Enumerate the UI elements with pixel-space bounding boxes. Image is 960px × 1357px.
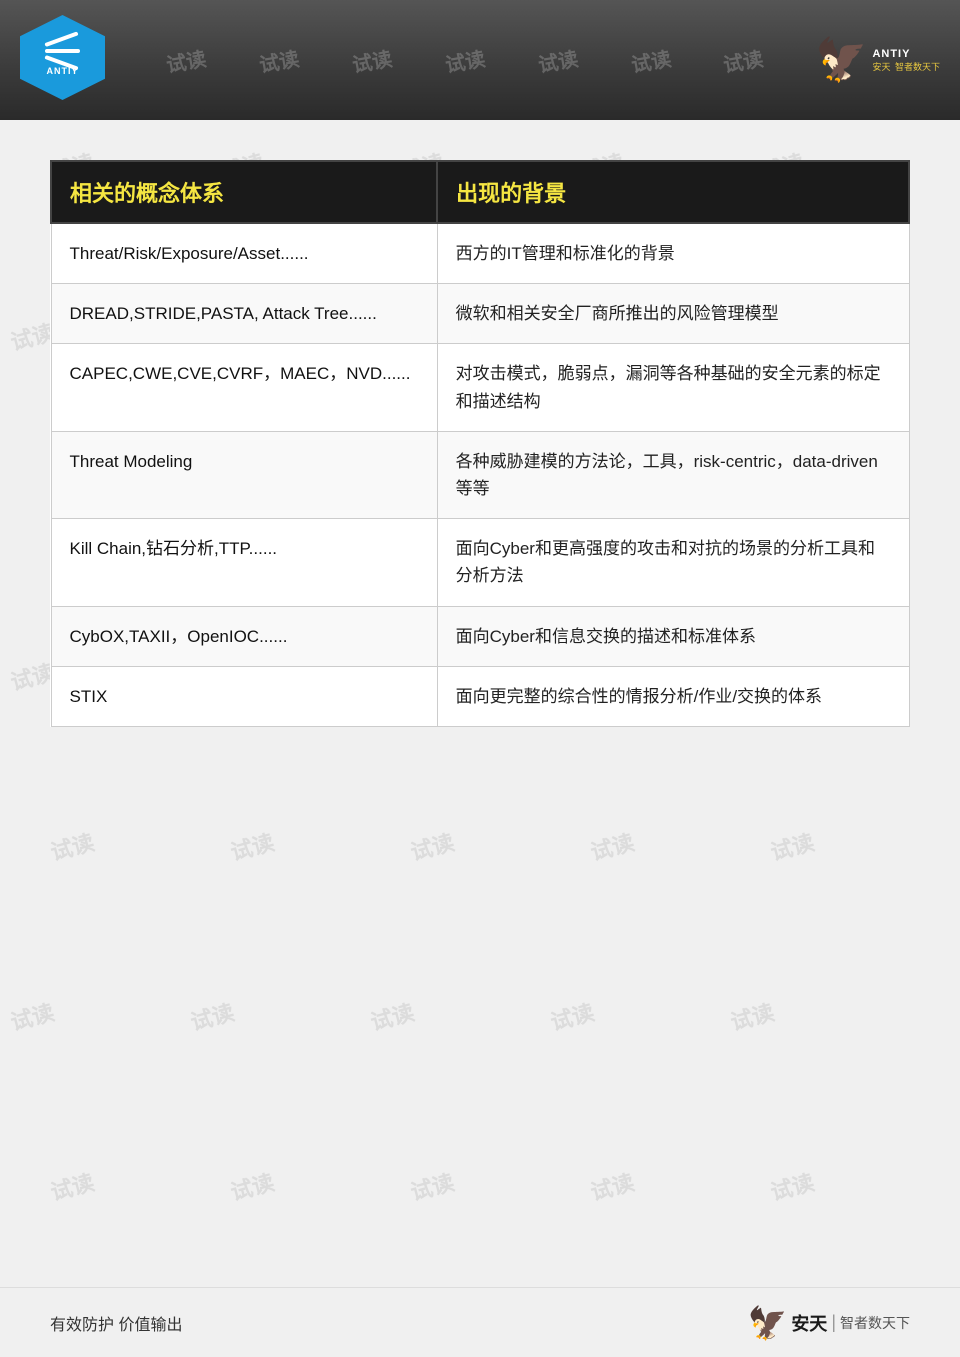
header-wm-6: 试读	[628, 42, 672, 78]
cell-col1-1: DREAD,STRIDE,PASTA, Attack Tree......	[51, 284, 437, 344]
concepts-table: 相关的概念体系 出现的背景 Threat/Risk/Exposure/Asset…	[50, 160, 910, 727]
watermark-20: 试读	[47, 825, 98, 867]
footer: 有效防护 价值输出 🦅 安天 | 智者数天下	[0, 1287, 960, 1357]
cell-col1-6: STIX	[51, 666, 437, 726]
cell-col1-0: Threat/Risk/Exposure/Asset......	[51, 223, 437, 284]
cell-col2-0: 西方的IT管理和标准化的背景	[437, 223, 909, 284]
table-row: DREAD,STRIDE,PASTA, Attack Tree......微软和…	[51, 284, 909, 344]
cell-col2-6: 面向更完整的综合性的情报分析/作业/交换的体系	[437, 666, 909, 726]
col2-header: 出现的背景	[437, 161, 909, 223]
brand-slogan: 智者数天下	[895, 62, 940, 72]
footer-bird-icon: 🦅	[747, 1304, 787, 1342]
logo-line-1	[44, 31, 78, 47]
header-watermarks: 试读 试读 试读 试读 试读 试读 试读	[110, 46, 820, 75]
brand-antiy-text: ANTIY	[872, 48, 910, 60]
footer-separator: |	[831, 1312, 836, 1333]
header-wm-7: 试读	[721, 42, 765, 78]
cell-col2-4: 面向Cyber和更高强度的攻击和对抗的场景的分析工具和分析方法	[437, 519, 909, 606]
header-wm-1: 试读	[164, 42, 208, 78]
header-wm-3: 试读	[350, 42, 394, 78]
footer-cn-name: 安天	[791, 1314, 827, 1334]
cell-col1-4: Kill Chain,钻石分析,TTP......	[51, 519, 437, 606]
main-content: 相关的概念体系 出现的背景 Threat/Risk/Exposure/Asset…	[0, 120, 960, 747]
footer-brand: 🦅 安天 | 智者数天下	[747, 1304, 910, 1342]
brand-bird-icon: 🦅	[815, 39, 867, 81]
logo-hexagon: ANTIY	[20, 15, 105, 100]
brand-cn-name: 安天	[872, 62, 890, 72]
logo-inner: ANTIY	[45, 40, 80, 76]
cell-col1-2: CAPEC,CWE,CVE,CVRF，MAEC，NVD......	[51, 344, 437, 431]
col1-header: 相关的概念体系	[51, 161, 437, 223]
watermark-23: 试读	[587, 825, 638, 867]
logo-lines	[45, 40, 80, 62]
watermark-30: 试读	[47, 1165, 98, 1207]
watermark-24: 试读	[767, 825, 818, 867]
cell-col2-2: 对攻击模式，脆弱点，漏洞等各种基础的安全元素的标定和描述结构	[437, 344, 909, 431]
cell-col2-3: 各种威胁建模的方法论，工具，risk-centric，data-driven等等	[437, 431, 909, 518]
cell-col1-3: Threat Modeling	[51, 431, 437, 518]
header-brand: 🦅 ANTIY 安天 智者数天下	[820, 25, 940, 95]
header-wm-4: 试读	[443, 42, 487, 78]
brand-sub-text: 安天 智者数天下	[872, 60, 940, 73]
table-row: Threat/Risk/Exposure/Asset......西方的IT管理和…	[51, 223, 909, 284]
header: ANTIY 试读 试读 试读 试读 试读 试读 试读 🦅 ANTIY 安天 智者…	[0, 0, 960, 120]
table-row: CybOX,TAXII，OpenIOC......面向Cyber和信息交换的描述…	[51, 606, 909, 666]
cell-col2-1: 微软和相关安全厂商所推出的风险管理模型	[437, 284, 909, 344]
watermark-27: 试读	[367, 995, 418, 1037]
footer-tagline: 有效防护 价值输出	[50, 1311, 182, 1335]
watermark-25: 试读	[7, 995, 58, 1037]
header-wm-5: 试读	[536, 42, 580, 78]
watermark-21: 试读	[227, 825, 278, 867]
table-row: Kill Chain,钻石分析,TTP......面向Cyber和更高强度的攻击…	[51, 519, 909, 606]
watermark-29: 试读	[727, 995, 778, 1037]
logo-line-2	[45, 49, 80, 53]
brand-text-block: ANTIY 安天 智者数天下	[872, 48, 940, 73]
cell-col2-5: 面向Cyber和信息交换的描述和标准体系	[437, 606, 909, 666]
footer-brand-sub: 智者数天下	[840, 1313, 910, 1333]
watermark-28: 试读	[547, 995, 598, 1037]
table-row: STIX面向更完整的综合性的情报分析/作业/交换的体系	[51, 666, 909, 726]
table-row: CAPEC,CWE,CVE,CVRF，MAEC，NVD......对攻击模式，脆…	[51, 344, 909, 431]
watermark-34: 试读	[767, 1165, 818, 1207]
watermark-26: 试读	[187, 995, 238, 1037]
watermark-31: 试读	[227, 1165, 278, 1207]
footer-brand-name: 安天	[791, 1310, 827, 1336]
cell-col1-5: CybOX,TAXII，OpenIOC......	[51, 606, 437, 666]
watermark-22: 试读	[407, 825, 458, 867]
watermark-33: 试读	[587, 1165, 638, 1207]
header-wm-2: 试读	[257, 42, 301, 78]
table-header-row: 相关的概念体系 出现的背景	[51, 161, 909, 223]
watermark-32: 试读	[407, 1165, 458, 1207]
table-row: Threat Modeling各种威胁建模的方法论，工具，risk-centri…	[51, 431, 909, 518]
logo: ANTIY	[20, 15, 110, 105]
